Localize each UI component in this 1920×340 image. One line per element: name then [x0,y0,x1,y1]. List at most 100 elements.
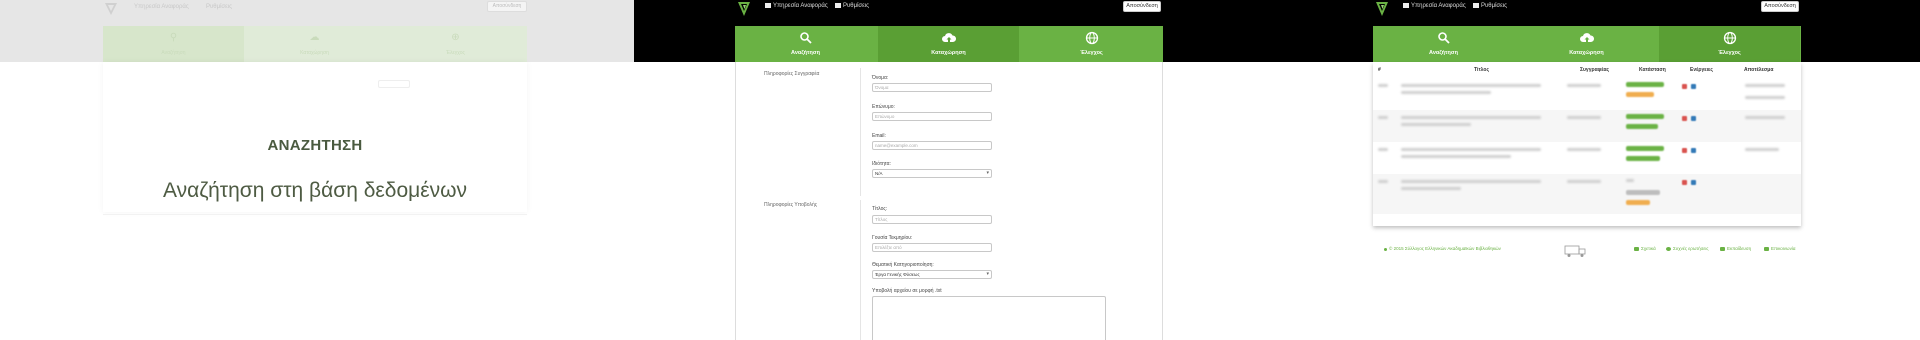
role-label: Ιδιότητα: [872,161,891,167]
tab-label: Καταχώρηση [300,50,329,56]
footer-link-about[interactable]: Σχετικά [1634,246,1656,251]
footer-link-label: Εκπαίδευση [1727,246,1752,251]
table-row[interactable] [1373,142,1801,174]
nav-reference-service[interactable]: Υπηρεσία Αναφοράς [765,3,828,9]
logout-button[interactable]: Αποσύνδεση [1761,1,1799,12]
tab-bar: Αναζήτηση Καταχώρηση Έλεγχος [735,26,1163,62]
title-label: Τίτλος: [872,206,888,212]
edit-icon[interactable] [1691,116,1696,121]
tab-label: Αναζήτηση [1429,50,1458,56]
footer-link-label: Συχνές ερωτήσεις [1673,246,1709,251]
tab-check[interactable]: ⊕ Έλεγχος [385,26,526,62]
tab-label: Αναζήτηση [161,50,186,56]
search-panel: Υπηρεσία Αναφοράς Ρυθμίσεις Αποσύνδεση ⚲… [0,0,634,340]
delete-icon[interactable] [1682,148,1687,153]
tab-submit[interactable]: Καταχώρηση [1516,26,1657,62]
monitor-icon [765,3,771,8]
section-submission-info: Πληροφορίες Υποβολής [764,202,818,208]
faded-control[interactable] [378,80,410,88]
row-author [1567,116,1601,119]
footer-link-label: Επικοινωνία [1771,246,1796,251]
page-subtitle: Αναζήτηση στη βάση δεδομένων [162,179,468,202]
tab-check[interactable]: Έλεγχος [1659,26,1800,62]
divider [860,68,861,196]
tab-bar: ⚲ Αναζήτηση ☁ Καταχώρηση ⊕ Έλεγχος [103,26,527,62]
col-header-title: Τίτλος [1474,67,1490,73]
status-badge [1626,114,1664,119]
row-result [1745,84,1785,87]
table-row[interactable] [1373,110,1801,142]
divider [103,214,527,215]
edit-icon[interactable] [1691,180,1696,185]
divider [860,200,861,340]
footer-link-training[interactable]: Εκπαίδευση [1720,246,1751,251]
status-badge [1626,92,1654,97]
edit-icon[interactable] [1691,84,1696,89]
row-title-line [1401,116,1541,119]
col-header-number: # [1378,67,1381,73]
row-title-line [1401,148,1541,151]
globe-icon [1723,31,1736,45]
footer-copyright-text: © 2015 Σύλλογος Ελληνικών Ακαδημαϊκών Βι… [1389,246,1501,251]
tab-bar: Αναζήτηση Καταχώρηση Έλεγχος [1373,26,1801,62]
logout-button[interactable]: Αποσύνδεση [487,1,527,12]
tab-label: Καταχώρηση [1569,50,1604,56]
surname-input[interactable]: Επώνυμο [872,112,992,121]
name-input[interactable]: Όνομα [872,83,992,92]
row-number [1378,148,1388,151]
role-select[interactable]: N/A [872,169,992,178]
status-text [1626,179,1634,182]
logo-icon[interactable] [737,1,751,17]
delete-icon[interactable] [1682,84,1687,89]
nav-settings[interactable]: Ρυθμίσεις [1473,3,1507,9]
tab-label: Έλεγχος [1080,50,1103,56]
edit-icon[interactable] [1691,148,1696,153]
footer-link-contact[interactable]: Επικοινωνία [1764,246,1795,251]
status-badge [1626,156,1660,161]
nav-settings[interactable]: Ρυθμίσεις [835,3,869,9]
status-badge [1626,200,1650,205]
tab-check[interactable]: Έλεγχος [1021,26,1162,62]
logo-icon[interactable] [104,2,118,16]
submit-panel: Υπηρεσία Αναφοράς Ρυθμίσεις Αποσύνδεση Α… [634,0,1272,340]
footer-link-faq[interactable]: Συχνές ερωτήσεις [1666,246,1709,251]
table-row[interactable] [1373,78,1801,110]
tab-submit[interactable]: Καταχώρηση [878,26,1019,62]
screenshot-strip: Υπηρεσία Αναφοράς Ρυθμίσεις Αποσύνδεση ⚲… [0,0,1920,340]
tab-search[interactable]: Αναζήτηση [735,26,876,62]
globe-icon: ⊕ [451,32,460,43]
envelope-icon [1764,247,1769,251]
category-select[interactable]: Έργα Γενικής Φύσεως [872,270,992,279]
nav-settings[interactable]: Ρυθμίσεις [206,4,232,10]
upload-label: Υποβολή αρχείου σε μορφή .txt [872,288,942,294]
status-badge [1626,146,1664,151]
nav-label: Ρυθμίσεις [843,3,870,9]
delete-icon[interactable] [1682,116,1687,121]
title-input[interactable]: Τίτλος [872,215,992,224]
upload-textarea[interactable] [872,296,1106,340]
monitor-icon [1403,3,1409,8]
nav-reference-service[interactable]: Υπηρεσία Αναφοράς [134,4,189,10]
cloud-upload-icon [1579,33,1594,42]
tab-search[interactable]: Αναζήτηση [1373,26,1514,62]
col-header-actions: Ενέργειες [1690,67,1713,73]
tab-submit[interactable]: ☁ Καταχώρηση [244,26,385,62]
email-input[interactable]: name@example.com [872,141,992,150]
surname-label: Επώνυμο: [872,104,895,110]
row-title-line [1401,180,1541,183]
nav-reference-service[interactable]: Υπηρεσία Αναφοράς [1403,3,1466,9]
row-number [1378,116,1388,119]
delete-icon[interactable] [1682,180,1687,185]
year-input[interactable]: Επιλέξτε από [872,243,992,252]
logout-button[interactable]: Αποσύνδεση [1123,1,1161,12]
list-icon [1473,3,1479,8]
tab-label: Καταχώρηση [931,50,966,56]
table-row[interactable] [1373,174,1801,214]
tab-search[interactable]: ⚲ Αναζήτηση [103,26,244,62]
nav-label: Υπηρεσία Αναφοράς [773,3,828,9]
question-icon [1666,247,1671,251]
logo-icon[interactable] [1375,1,1389,17]
row-author [1567,180,1601,183]
cloud-upload-icon [941,33,956,42]
row-result [1745,96,1785,99]
